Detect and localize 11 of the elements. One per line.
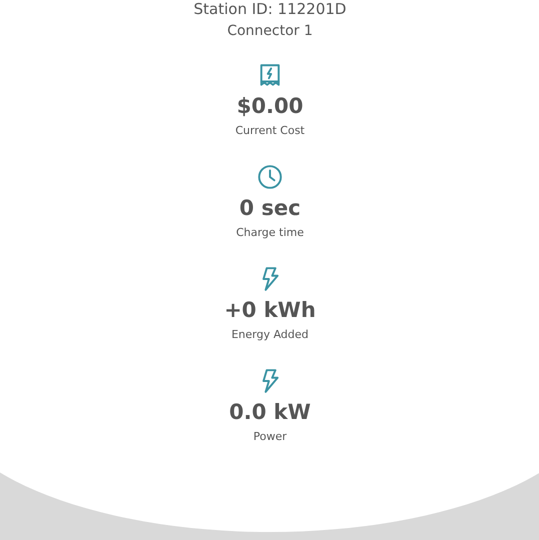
station-id: Station ID: 112201D	[194, 0, 346, 18]
clock-icon	[256, 164, 283, 190]
connector-label: Connector 1	[227, 22, 313, 40]
stat-value: +0 kWh	[224, 297, 316, 323]
stat-value: 0 sec	[239, 195, 301, 221]
stat-label: Power	[253, 430, 287, 444]
stat-label: Energy Added	[231, 328, 309, 342]
stat-label: Current Cost	[235, 124, 305, 138]
stat-label: Charge time	[236, 226, 304, 240]
stat-value: 0.0 kW	[229, 399, 311, 425]
stat-value: $0.00	[236, 93, 304, 119]
